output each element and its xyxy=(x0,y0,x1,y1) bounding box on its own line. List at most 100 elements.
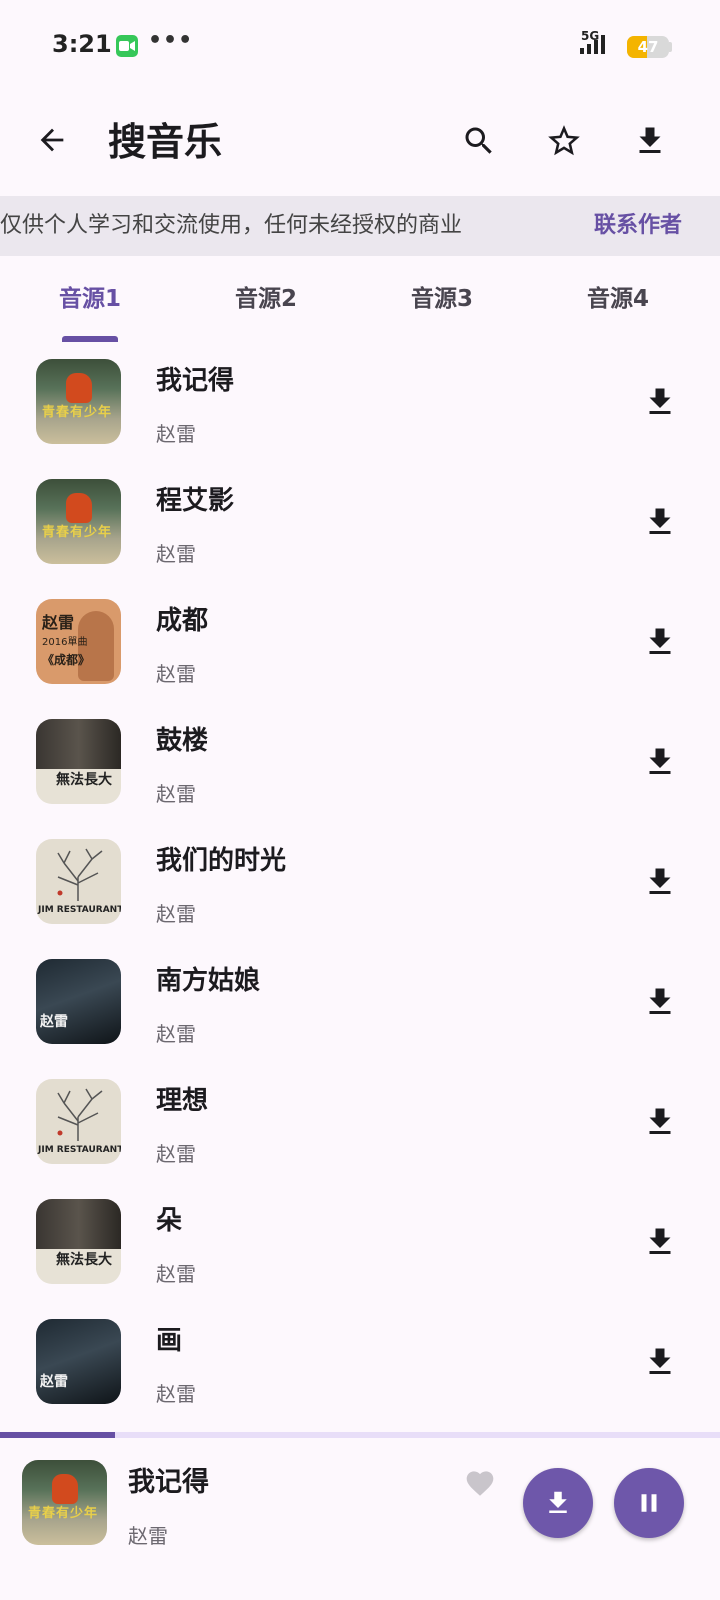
song-title: 画 xyxy=(156,1326,183,1356)
download-icon xyxy=(549,1491,567,1513)
song-artist: 赵雷 xyxy=(156,782,196,806)
tab-source-4[interactable]: 音源4 xyxy=(528,262,708,342)
download-icon xyxy=(649,1228,671,1254)
tab-source-1[interactable]: 音源1 xyxy=(0,262,180,342)
song-artist: 赵雷 xyxy=(156,662,196,686)
song-title: 我记得 xyxy=(156,366,235,396)
song-row[interactable]: JIM RESTAURANT 理想赵雷 xyxy=(0,1062,720,1182)
cover-text: 青春有少年 xyxy=(28,1506,99,1521)
album-cover: 赵雷 xyxy=(36,959,121,1044)
song-download-button[interactable] xyxy=(636,858,684,906)
download-current-button[interactable] xyxy=(523,1468,593,1538)
download-icon xyxy=(649,388,671,414)
download-icon xyxy=(649,748,671,774)
song-download-button[interactable] xyxy=(636,738,684,786)
battery-tip xyxy=(669,42,672,52)
album-cover: 赵雷 xyxy=(36,1319,121,1404)
album-cover: JIM RESTAURANT xyxy=(36,839,121,924)
status-time: 3:21 xyxy=(52,30,112,58)
song-artist: 赵雷 xyxy=(156,1382,196,1406)
top-app-bar: 搜音乐 xyxy=(0,100,720,184)
download-icon xyxy=(649,868,671,894)
download-icon xyxy=(649,628,671,654)
now-playing-bar[interactable]: 青春有少年 我记得 赵雷 xyxy=(0,1438,720,1600)
now-playing-cover: 青春有少年 xyxy=(22,1460,107,1545)
search-button[interactable] xyxy=(454,116,504,166)
cover-text: 無法長大 xyxy=(56,772,112,788)
song-title: 朵 xyxy=(156,1206,183,1236)
album-cover: 青春有少年 xyxy=(36,359,121,444)
song-title: 鼓楼 xyxy=(156,726,209,756)
song-title: 程艾影 xyxy=(156,486,235,516)
download-icon xyxy=(649,988,671,1014)
cover-text: 赵雷 xyxy=(42,613,75,632)
pause-icon xyxy=(641,1494,657,1512)
download-icon xyxy=(649,1348,671,1374)
song-download-button[interactable] xyxy=(636,378,684,426)
song-row[interactable]: 赵雷 2016單曲 《成都》 成都 赵雷 xyxy=(0,582,720,702)
like-button[interactable] xyxy=(462,1464,498,1500)
now-playing-title: 我记得 xyxy=(128,1467,209,1498)
more-notifications-icon: ••• xyxy=(148,28,194,53)
song-row[interactable]: JIM RESTAURANT 我们的时光赵雷 xyxy=(0,822,720,942)
star-outline-icon xyxy=(548,125,580,156)
album-cover: 無法長大 xyxy=(36,719,121,804)
pause-button[interactable] xyxy=(614,1468,684,1538)
cover-text: 赵雷 xyxy=(40,1014,68,1030)
cover-text: 無法長大 xyxy=(56,1252,112,1268)
song-list: 青春有少年 我记得 赵雷 青春有少年 程艾影 赵雷 赵雷 2016單曲 《成都》 成都 赵雷 無法長大… xyxy=(0,342,720,1422)
album-cover: 無法長大 xyxy=(36,1199,121,1284)
song-download-button[interactable] xyxy=(636,498,684,546)
song-download-button[interactable] xyxy=(636,978,684,1026)
cover-text: 赵雷 xyxy=(40,1374,68,1390)
now-playing-artist: 赵雷 xyxy=(128,1524,168,1548)
battery-level: 47 xyxy=(637,38,659,56)
download-icon xyxy=(649,1108,671,1134)
song-row[interactable]: 無法長大 朵赵雷 xyxy=(0,1182,720,1302)
cover-text: 2016單曲 xyxy=(42,637,88,648)
song-artist: 赵雷 xyxy=(156,1022,196,1046)
download-icon xyxy=(649,508,671,534)
notice-text: 数据仅供个人学习和交流使用，任何未经授权的商业 xyxy=(0,213,463,238)
song-row[interactable]: 赵雷 画赵雷 xyxy=(0,1302,720,1422)
status-bar: 3:21 ••• 5G 47 xyxy=(0,0,720,90)
notice-banner: 数据仅供个人学习和交流使用，任何未经授权的商业 联系作者 xyxy=(0,196,720,256)
cover-text: JIM RESTAURANT xyxy=(38,905,121,915)
arrow-back-icon xyxy=(40,128,64,152)
song-download-button[interactable] xyxy=(636,1218,684,1266)
cover-text: 青春有少年 xyxy=(42,405,113,420)
song-title: 我们的时光 xyxy=(156,846,287,876)
song-title: 理想 xyxy=(156,1086,209,1116)
song-title: 南方姑娘 xyxy=(156,966,261,996)
contact-author-link[interactable]: 联系作者 xyxy=(594,196,682,256)
song-download-button[interactable] xyxy=(636,1098,684,1146)
song-title: 成都 xyxy=(156,606,209,636)
page-title: 搜音乐 xyxy=(108,120,223,164)
favorites-button[interactable] xyxy=(539,116,589,166)
cover-text: 青春有少年 xyxy=(42,525,113,540)
song-artist: 赵雷 xyxy=(156,1142,196,1166)
cover-text: JIM RESTAURANT xyxy=(38,1145,121,1155)
downloads-button[interactable] xyxy=(625,116,675,166)
song-download-button[interactable] xyxy=(636,618,684,666)
album-cover: 赵雷 2016單曲 《成都》 xyxy=(36,599,121,684)
tab-source-3[interactable]: 音源3 xyxy=(352,262,532,342)
song-artist: 赵雷 xyxy=(156,1262,196,1286)
download-icon xyxy=(639,127,661,153)
battery-icon: 47 xyxy=(627,36,669,58)
back-button[interactable] xyxy=(28,116,76,164)
cover-text: 《成都》 xyxy=(42,653,91,667)
song-row[interactable]: 赵雷 南方姑娘赵雷 xyxy=(0,942,720,1062)
album-cover: JIM RESTAURANT xyxy=(36,1079,121,1164)
heart-icon xyxy=(466,1471,494,1496)
album-cover: 青春有少年 xyxy=(36,479,121,564)
source-tabs: 音源1 音源2 音源3 音源4 xyxy=(0,262,720,342)
song-artist: 赵雷 xyxy=(156,542,196,566)
song-artist: 赵雷 xyxy=(156,902,196,926)
song-row[interactable]: 青春有少年 程艾影赵雷 xyxy=(0,462,720,582)
song-download-button[interactable] xyxy=(636,1338,684,1386)
song-row[interactable]: 無法長大 鼓楼赵雷 xyxy=(0,702,720,822)
tab-source-2[interactable]: 音源2 xyxy=(176,262,356,342)
song-artist: 赵雷 xyxy=(156,422,196,446)
song-row[interactable]: 青春有少年 我记得赵雷 xyxy=(0,342,720,462)
